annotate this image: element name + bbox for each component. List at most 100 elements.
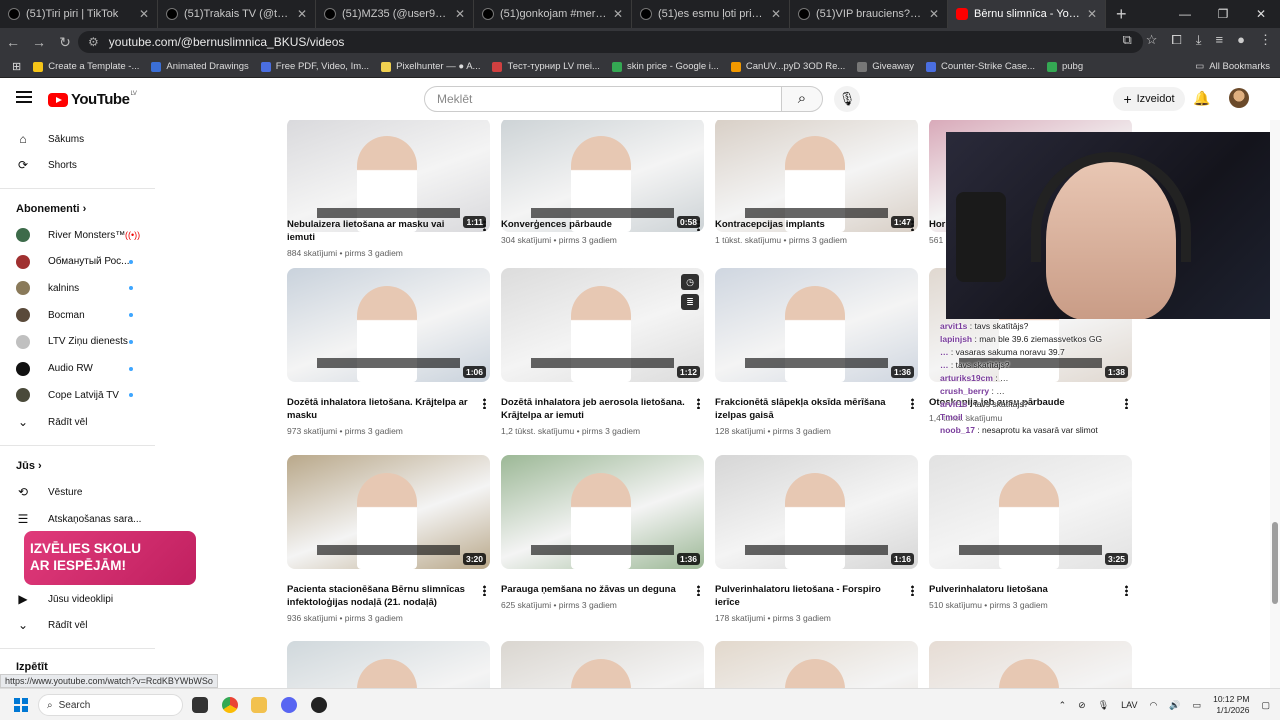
notifications-bell-icon[interactable]: 🔔 — [1193, 90, 1210, 107]
new-tab-icon[interactable]: + — [1106, 4, 1137, 25]
close-tab-icon[interactable]: ✕ — [1087, 7, 1097, 21]
download-icon[interactable]: ⤓ — [1196, 32, 1202, 48]
more-actions-icon[interactable] — [483, 398, 486, 409]
all-bookmarks-button[interactable]: ▭ All Bookmarks — [1195, 61, 1270, 72]
video-thumbnail[interactable] — [501, 641, 704, 688]
youtube-logo[interactable]: YouTube LV — [48, 91, 137, 108]
close-tab-icon[interactable]: ✕ — [297, 7, 307, 21]
video-title[interactable]: Parauga ņemšana no žāvas un deguna — [501, 583, 686, 596]
maximize-icon[interactable]: ❐ — [1204, 7, 1242, 21]
apps-icon[interactable]: ⊞ — [12, 60, 21, 73]
search-button[interactable]: ⌕ — [781, 86, 823, 112]
video-title[interactable]: Dozētā inhalatora jeb aerosola lietošana… — [501, 396, 686, 422]
reload-icon[interactable]: ↻ — [52, 34, 78, 51]
browser-tab[interactable]: (51)VIP brauciens? Mans suns✕ — [790, 0, 948, 28]
browser-tab[interactable]: (51)Trakais TV (@trakais_viking✕ — [158, 0, 316, 28]
network-off-icon[interactable]: ⊘ — [1078, 700, 1086, 711]
video-thumbnail[interactable]: 1:16 — [715, 455, 918, 569]
bookmark-item[interactable]: Pixelhunter — ● A... — [381, 61, 480, 72]
video-title[interactable]: Pacienta stacionēšana Bērnu slimnīcas in… — [287, 583, 472, 609]
scrollbar-thumb[interactable] — [1272, 522, 1278, 604]
video-title[interactable]: Dozētā inhalatora lietošana. Krājtelpa a… — [287, 396, 472, 422]
sidebar-item-your-videos[interactable]: ▶ Jūsu videoklipi — [16, 586, 113, 612]
close-tab-icon[interactable]: ✕ — [139, 7, 149, 21]
bookmark-item[interactable]: skin price - Google i... — [611, 61, 719, 72]
minimize-icon[interactable]: — — [1166, 7, 1204, 21]
wifi-icon[interactable]: ◠ — [1150, 700, 1158, 711]
sidebar-subscription-item[interactable]: Audio RW — [16, 356, 133, 382]
create-button[interactable]: + Izveidot — [1113, 87, 1185, 111]
install-app-icon[interactable]: ⧉ — [1122, 32, 1131, 48]
more-actions-icon[interactable] — [911, 398, 914, 409]
more-actions-icon[interactable] — [697, 585, 700, 596]
video-thumbnail[interactable]: 3:25 — [929, 455, 1132, 569]
more-actions-icon[interactable] — [911, 585, 914, 596]
video-thumbnail[interactable]: 1:06 — [287, 268, 490, 382]
bookmark-item[interactable]: Counter-Strike Case... — [926, 61, 1035, 72]
more-actions-icon[interactable] — [1125, 585, 1128, 596]
close-tab-icon[interactable]: ✕ — [929, 7, 939, 21]
obs-icon[interactable] — [311, 697, 327, 713]
avatar[interactable] — [1229, 88, 1249, 108]
subscriptions-header[interactable]: Abonementi › — [16, 203, 86, 215]
sidebar-subscription-item[interactable]: LTV Ziņu dienests — [16, 329, 133, 355]
sidebar-subscription-item[interactable]: Обманутый Рос... — [16, 249, 133, 275]
task-view-icon[interactable] — [192, 697, 208, 713]
hamburger-menu-icon[interactable] — [16, 91, 32, 103]
video-title[interactable]: Pulverinhalatoru lietošana — [929, 583, 1114, 596]
sidebar-item-home[interactable]: ⌂ Sākums — [16, 126, 84, 152]
sidebar-subscription-item[interactable]: kalnins — [16, 275, 133, 301]
show-more-button-2[interactable]: ⌄ Rādīt vēl — [16, 612, 88, 638]
language-indicator[interactable]: LAV — [1121, 700, 1137, 710]
battery-icon[interactable]: ▭ — [1193, 700, 1202, 711]
video-thumbnail[interactable]: 3:20 — [287, 455, 490, 569]
page-scrollbar[interactable] — [1270, 120, 1280, 688]
sidebar-subscription-item[interactable]: Bocman — [16, 302, 133, 328]
video-thumbnail[interactable]: 1:12 ◷ ≣ — [501, 268, 704, 382]
bookmark-item[interactable]: Animated Drawings — [151, 61, 249, 72]
clock[interactable]: 10:12 PM 1/1/2026 — [1213, 694, 1249, 716]
close-icon[interactable]: ✕ — [1242, 7, 1280, 21]
video-thumbnail[interactable]: 0:58 — [501, 120, 704, 232]
video-title[interactable]: Pulverinhalatoru lietošana - Forspiro ie… — [715, 583, 900, 609]
browser-tab[interactable]: (51)gonkojam #mersedes | Tik✕ — [474, 0, 632, 28]
more-actions-icon[interactable] — [483, 585, 486, 596]
close-tab-icon[interactable]: ✕ — [455, 7, 465, 21]
voice-search-button[interactable]: 🎙 — [834, 86, 860, 112]
taskbar-search[interactable]: ⌕ Search — [38, 694, 183, 716]
browser-tab[interactable]: (51)es esmu ļoti priecīga, es tal✕ — [632, 0, 790, 28]
bookmark-item[interactable]: Free PDF, Video, Im... — [260, 61, 369, 72]
video-thumbnail[interactable]: 1:47 — [715, 120, 918, 232]
bookmark-star-icon[interactable]: ☆ — [1146, 32, 1158, 48]
sidebar-item-playlists[interactable]: ☰ Atskaņošanas sara... — [16, 506, 142, 532]
video-title[interactable]: Konverģences pārbaude — [501, 218, 686, 231]
windows-start-icon[interactable] — [14, 698, 28, 712]
more-actions-icon[interactable] — [697, 220, 700, 231]
video-thumbnail[interactable] — [287, 641, 490, 688]
extensions-icon[interactable]: ⧠ — [1171, 32, 1181, 48]
media-icon[interactable]: ≡ — [1216, 32, 1224, 48]
sidebar-subscription-item[interactable]: River Monsters™ ((•)) — [16, 222, 140, 248]
sidebar-subscription-item[interactable]: Cope Latvijā TV — [16, 382, 133, 408]
bookmark-item[interactable]: Create a Template -... — [33, 61, 139, 72]
more-actions-icon[interactable] — [697, 398, 700, 409]
chrome-icon[interactable] — [222, 697, 238, 713]
browser-tab[interactable]: (51)MZ35 (@user975526148✕ — [316, 0, 474, 28]
close-tab-icon[interactable]: ✕ — [771, 7, 781, 21]
show-more-button[interactable]: ⌄ Rādīt vēl — [16, 409, 88, 435]
bookmark-item[interactable]: Giveaway — [857, 61, 914, 72]
search-input[interactable]: Meklēt — [424, 86, 782, 112]
video-thumbnail[interactable] — [929, 641, 1132, 688]
video-title[interactable]: Nebulaizera lietošana ar masku vai iemut… — [287, 218, 472, 244]
chevron-up-icon[interactable]: ⌃ — [1059, 700, 1067, 711]
discord-icon[interactable] — [281, 697, 297, 713]
url-bar[interactable]: ⚙ youtube.com/@bernuslimnica_BKUS/videos — [78, 31, 1143, 53]
volume-icon[interactable]: 🔊 — [1169, 700, 1180, 711]
video-thumbnail[interactable]: 1:36 — [715, 268, 918, 382]
browser-tab[interactable]: Bērnu slimnīca - YouTube✕ — [948, 0, 1106, 28]
profile-icon[interactable]: ● — [1237, 32, 1245, 48]
video-title[interactable]: Kontracepcijas implants — [715, 218, 900, 231]
more-actions-icon[interactable] — [483, 220, 486, 231]
more-actions-icon[interactable] — [911, 220, 914, 231]
video-thumbnail[interactable]: 1:11 — [287, 120, 490, 232]
